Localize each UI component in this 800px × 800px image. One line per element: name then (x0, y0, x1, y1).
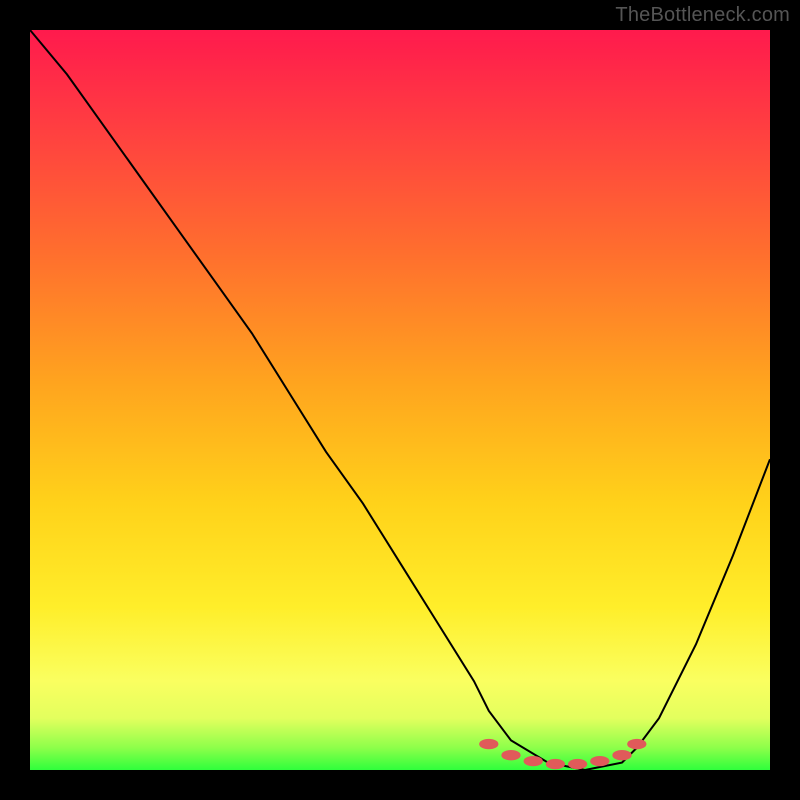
optimal-marker-dot (612, 750, 631, 760)
optimal-marker-dot (501, 750, 520, 760)
bottleneck-curve-path (30, 30, 770, 770)
optimal-marker-dot (524, 756, 543, 766)
plot-area (30, 30, 770, 770)
optimal-marker-dot (479, 739, 498, 749)
optimal-marker-dot (568, 759, 587, 769)
optimal-marker-dot (590, 756, 609, 766)
optimal-marker-dot (546, 759, 565, 769)
optimal-range-markers (479, 739, 646, 769)
optimal-marker-dot (627, 739, 646, 749)
watermark-text: TheBottleneck.com (615, 4, 790, 27)
chart-container: TheBottleneck.com (0, 0, 800, 800)
curve-layer (30, 30, 770, 770)
